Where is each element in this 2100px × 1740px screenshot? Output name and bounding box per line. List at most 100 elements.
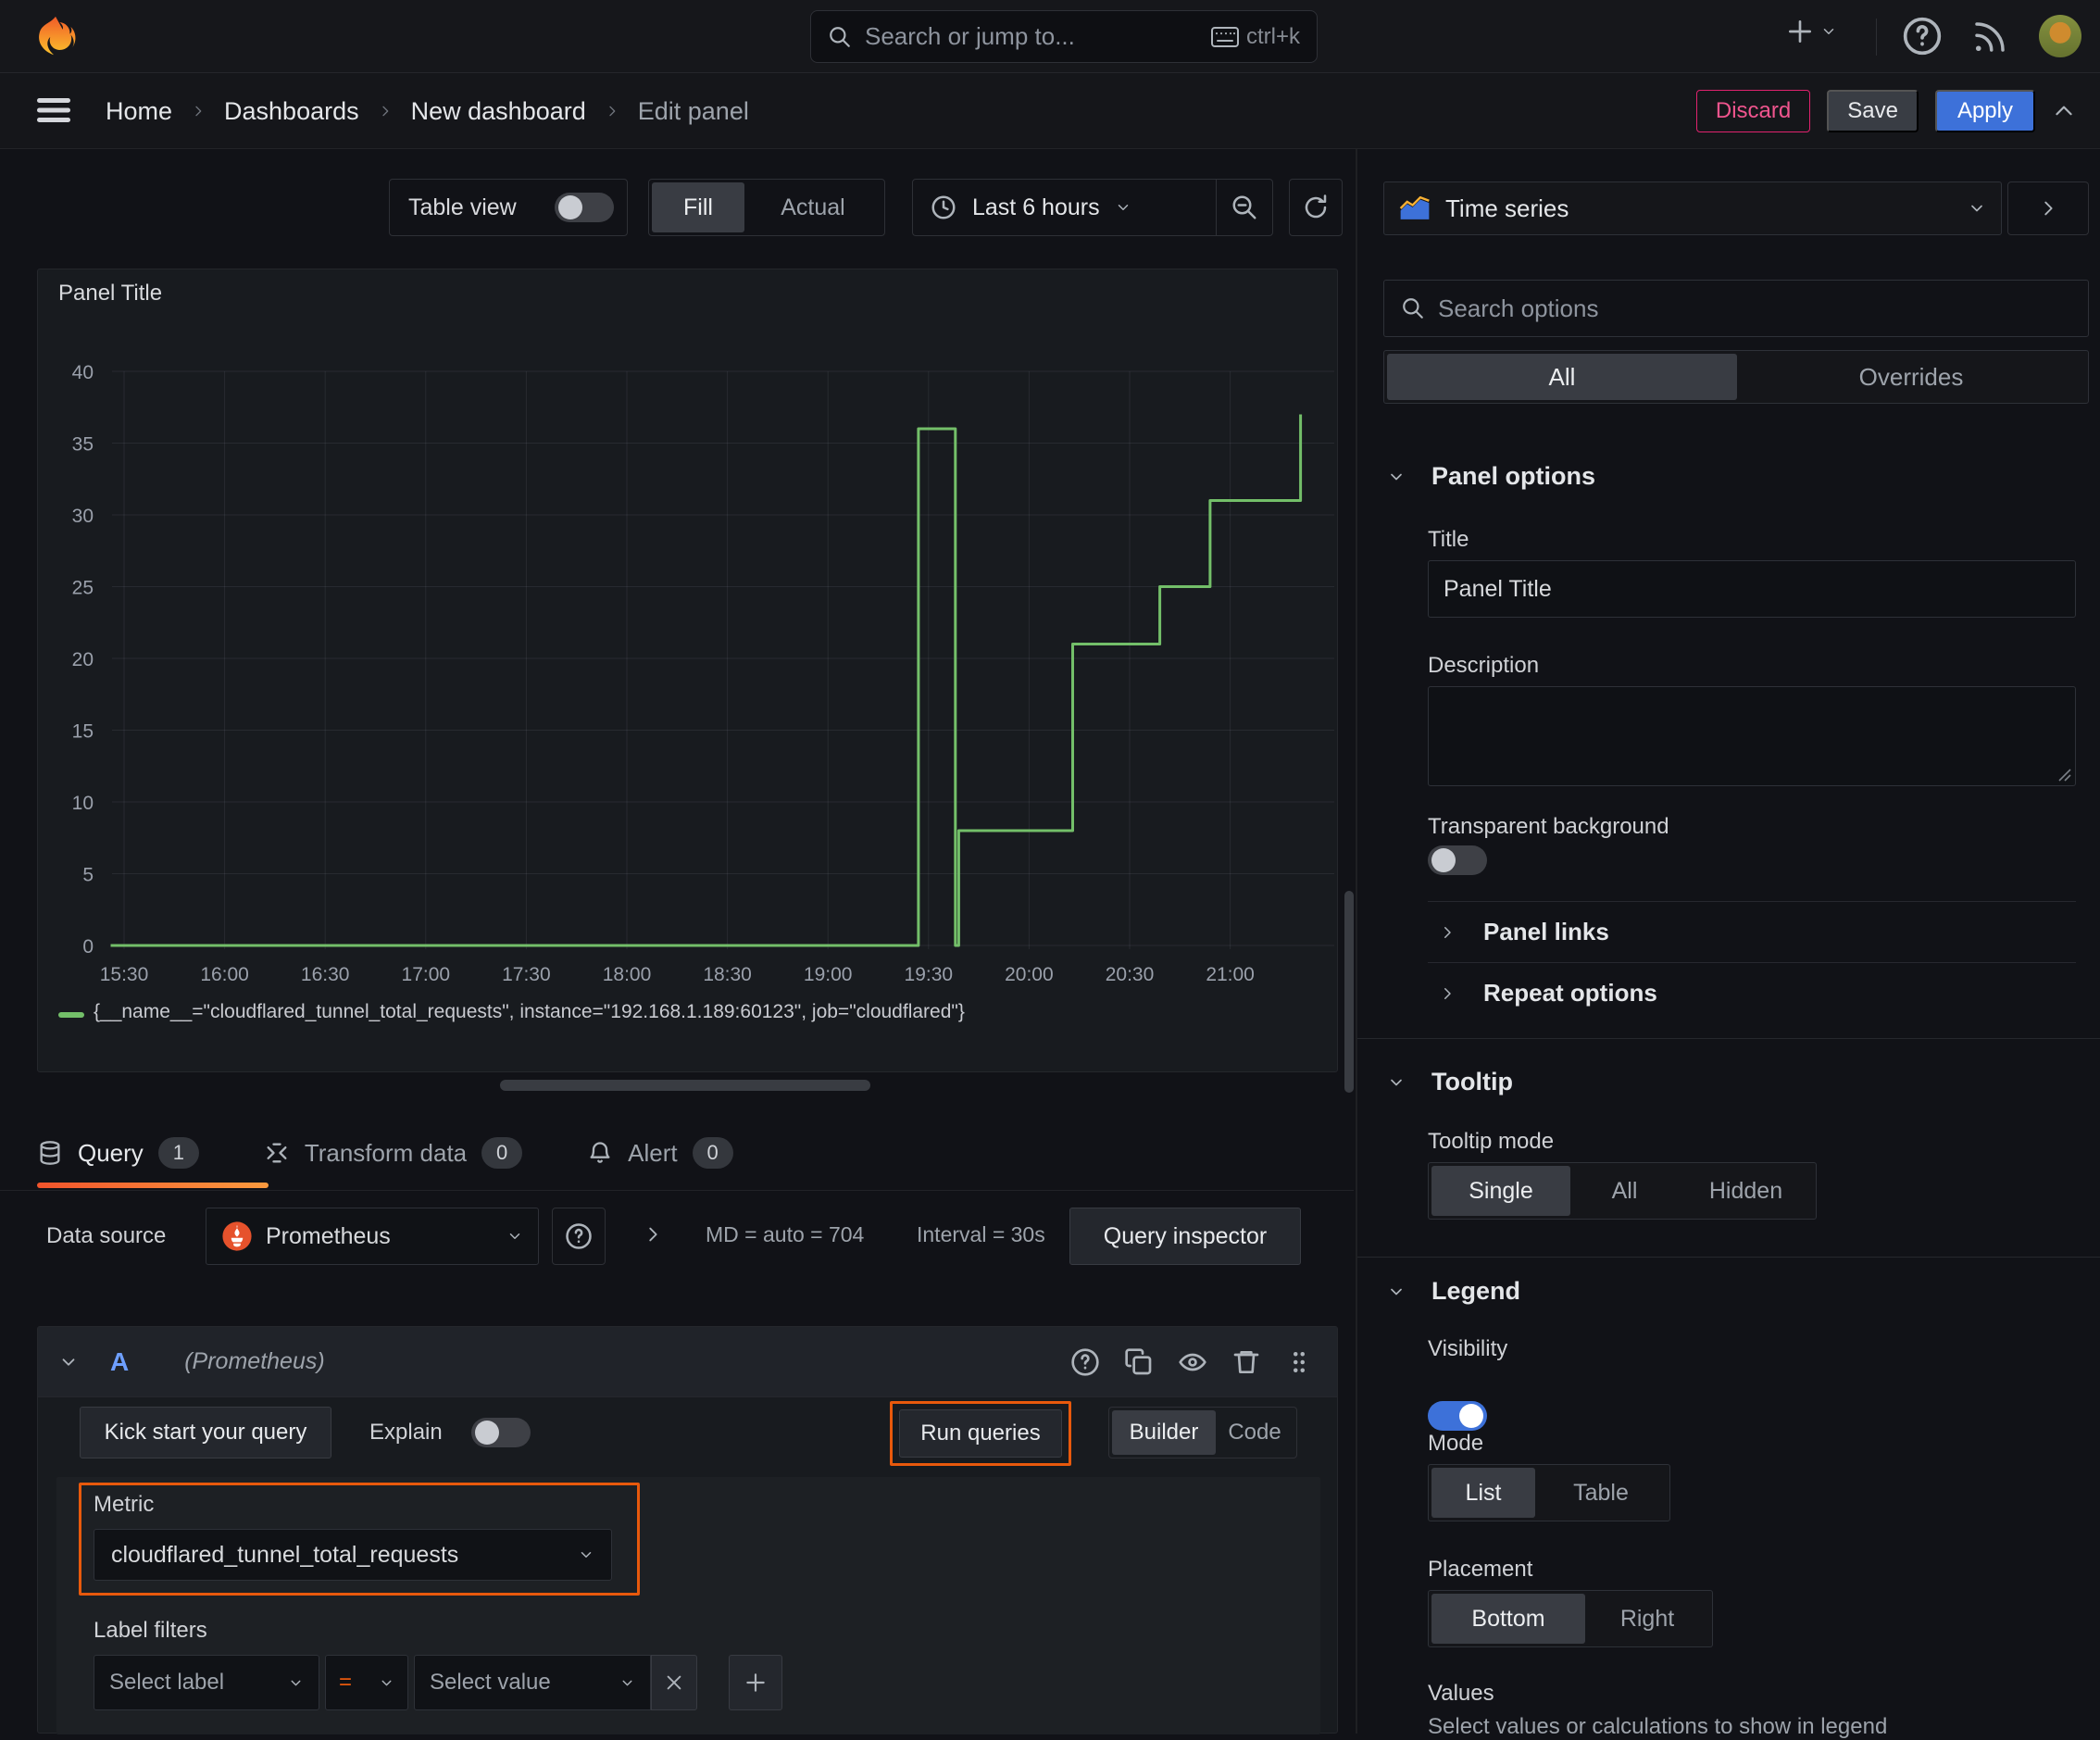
chart-panel: Panel Title 0 5 10 15 20 25 30 35 40 15:30 16:00 16… bbox=[37, 269, 1338, 1072]
help-button[interactable] bbox=[1902, 16, 1943, 56]
legend-header[interactable]: Legend bbox=[1387, 1277, 1520, 1306]
legend-mode-list[interactable]: List bbox=[1431, 1468, 1535, 1518]
expand-stats-icon[interactable] bbox=[643, 1224, 663, 1245]
label-filters-label: Label filters bbox=[94, 1618, 207, 1643]
delete-query-icon[interactable] bbox=[1231, 1347, 1261, 1377]
plus-icon bbox=[1789, 20, 1811, 43]
svg-text:15:30: 15:30 bbox=[100, 964, 149, 985]
transparent-background-toggle[interactable] bbox=[1428, 845, 1487, 875]
panel-links-header[interactable]: Panel links bbox=[1439, 918, 1609, 946]
panel-options-pane: Time series Search options All Overrides… bbox=[1356, 149, 2100, 1739]
fill-option[interactable]: Fill bbox=[652, 182, 744, 232]
clock-icon bbox=[931, 195, 956, 219]
add-button[interactable] bbox=[1785, 17, 1837, 46]
news-button[interactable] bbox=[1970, 18, 2009, 56]
transform-icon bbox=[267, 1143, 287, 1163]
active-tab-indicator bbox=[37, 1183, 269, 1188]
builder-option[interactable]: Builder bbox=[1112, 1410, 1216, 1455]
chevron-down-icon bbox=[1391, 1079, 1402, 1085]
datasource-value: Prometheus bbox=[266, 1222, 391, 1249]
tab-all[interactable]: All bbox=[1387, 354, 1737, 400]
panel-options-header[interactable]: Panel options bbox=[1387, 462, 1595, 491]
refresh-icon bbox=[1305, 194, 1327, 219]
add-filter-button[interactable] bbox=[729, 1655, 782, 1710]
legend-swatch bbox=[58, 1012, 84, 1018]
toggle-viz-picker-button[interactable] bbox=[2007, 182, 2089, 235]
panel-title[interactable]: Panel Title bbox=[58, 281, 162, 307]
legend-placement-bottom[interactable]: Bottom bbox=[1431, 1594, 1585, 1644]
zoom-out-button[interactable] bbox=[1217, 180, 1272, 235]
stats-max-datapoints: MD = auto = 704 bbox=[706, 1222, 865, 1246]
legend-mode-table[interactable]: Table bbox=[1535, 1468, 1667, 1518]
grafana-logo[interactable] bbox=[33, 12, 78, 62]
time-range-picker[interactable]: Last 6 hours bbox=[913, 194, 1216, 221]
query-row-header[interactable]: A (Prometheus) bbox=[38, 1327, 1337, 1397]
table-view-toggle[interactable] bbox=[555, 193, 614, 222]
search-icon bbox=[1403, 298, 1423, 319]
datasource-help-button[interactable] bbox=[552, 1208, 606, 1265]
remove-filter-button[interactable] bbox=[651, 1655, 697, 1710]
metric-value: cloudflared_tunnel_total_requests bbox=[111, 1541, 459, 1568]
panel-title-input[interactable] bbox=[1428, 560, 2076, 618]
discard-button[interactable]: Discard bbox=[1695, 90, 1811, 132]
duplicate-query-icon[interactable] bbox=[1124, 1347, 1154, 1377]
tooltip-mode-hidden[interactable]: Hidden bbox=[1679, 1166, 1813, 1216]
kick-start-button[interactable]: Kick start your query bbox=[80, 1407, 331, 1458]
transparent-background-label: Transparent background bbox=[1428, 814, 1669, 839]
legend-visibility-toggle[interactable] bbox=[1428, 1401, 1487, 1431]
repeat-options-header[interactable]: Repeat options bbox=[1439, 979, 1657, 1008]
legend-mode-group: List Table bbox=[1428, 1464, 1670, 1521]
drag-handle-icon[interactable] bbox=[1285, 1348, 1313, 1376]
operator-dropdown[interactable]: = bbox=[325, 1655, 408, 1710]
legend-placement-right[interactable]: Right bbox=[1585, 1594, 1709, 1644]
select-label-dropdown[interactable]: Select label bbox=[94, 1655, 319, 1710]
description-textarea[interactable] bbox=[1428, 686, 2076, 786]
visualization-picker[interactable]: Time series bbox=[1383, 182, 2002, 235]
save-button[interactable]: Save bbox=[1827, 90, 1919, 132]
collapse-options-icon[interactable] bbox=[2052, 99, 2076, 123]
legend-series-label[interactable]: {__name__="cloudflared_tunnel_total_requ… bbox=[94, 1001, 965, 1023]
actual-option[interactable]: Actual bbox=[744, 182, 881, 232]
breadcrumb-home[interactable]: Home bbox=[106, 97, 172, 126]
tooltip-mode-single[interactable]: Single bbox=[1431, 1166, 1570, 1216]
code-option[interactable]: Code bbox=[1216, 1410, 1294, 1455]
metric-select[interactable]: cloudflared_tunnel_total_requests bbox=[94, 1529, 612, 1581]
description-label: Description bbox=[1428, 653, 1540, 678]
disable-query-icon[interactable] bbox=[1178, 1347, 1207, 1377]
time-series-chart[interactable]: 0 5 10 15 20 25 30 35 40 15:30 16:00 16:30 17:00 17:3… bbox=[38, 307, 1339, 1001]
panel-resize-handle[interactable] bbox=[500, 1080, 870, 1091]
breadcrumb-dashboards[interactable]: Dashboards bbox=[224, 97, 359, 126]
tab-query[interactable]: Query 1 bbox=[37, 1137, 199, 1169]
svg-text:20: 20 bbox=[72, 649, 94, 670]
options-search[interactable]: Search options bbox=[1383, 280, 2089, 337]
query-inspector-button[interactable]: Query inspector bbox=[1069, 1208, 1301, 1265]
datasource-picker[interactable]: Prometheus bbox=[206, 1208, 539, 1265]
select-value-dropdown[interactable]: Select value bbox=[414, 1655, 651, 1710]
tooltip-mode-all[interactable]: All bbox=[1570, 1166, 1679, 1216]
resize-handle-icon[interactable] bbox=[2056, 767, 2071, 782]
user-avatar[interactable] bbox=[2039, 15, 2081, 57]
chevron-right-icon bbox=[381, 106, 388, 117]
global-search[interactable]: Search or jump to... ctrl+k bbox=[810, 10, 1318, 63]
apply-button[interactable]: Apply bbox=[1934, 90, 2035, 132]
collapse-query-icon[interactable] bbox=[58, 1352, 79, 1372]
menu-button[interactable] bbox=[37, 95, 70, 125]
tab-overrides[interactable]: Overrides bbox=[1737, 354, 2085, 400]
breadcrumb-new-dashboard[interactable]: New dashboard bbox=[411, 97, 586, 126]
left-scrollbar[interactable] bbox=[1344, 891, 1354, 1093]
explain-toggle[interactable] bbox=[471, 1418, 531, 1447]
time-range-label: Last 6 hours bbox=[972, 194, 1100, 220]
query-ref-id[interactable]: A bbox=[110, 1347, 129, 1377]
query-help-icon[interactable] bbox=[1070, 1347, 1100, 1377]
section-divider bbox=[1357, 1257, 2100, 1258]
svg-text:40: 40 bbox=[72, 362, 94, 383]
tab-transform[interactable]: Transform data 0 bbox=[264, 1137, 523, 1169]
editor-tabs: Query 1 Transform data 0 Alert 0 bbox=[37, 1122, 733, 1183]
tab-alert[interactable]: Alert 0 bbox=[587, 1137, 733, 1169]
tooltip-header[interactable]: Tooltip bbox=[1387, 1068, 1513, 1096]
refresh-button[interactable] bbox=[1289, 179, 1343, 236]
tab-transform-count: 0 bbox=[481, 1137, 523, 1169]
zoom-out-icon bbox=[1232, 195, 1256, 219]
tab-query-count: 1 bbox=[157, 1137, 199, 1169]
run-queries-button[interactable]: Run queries bbox=[899, 1409, 1062, 1458]
